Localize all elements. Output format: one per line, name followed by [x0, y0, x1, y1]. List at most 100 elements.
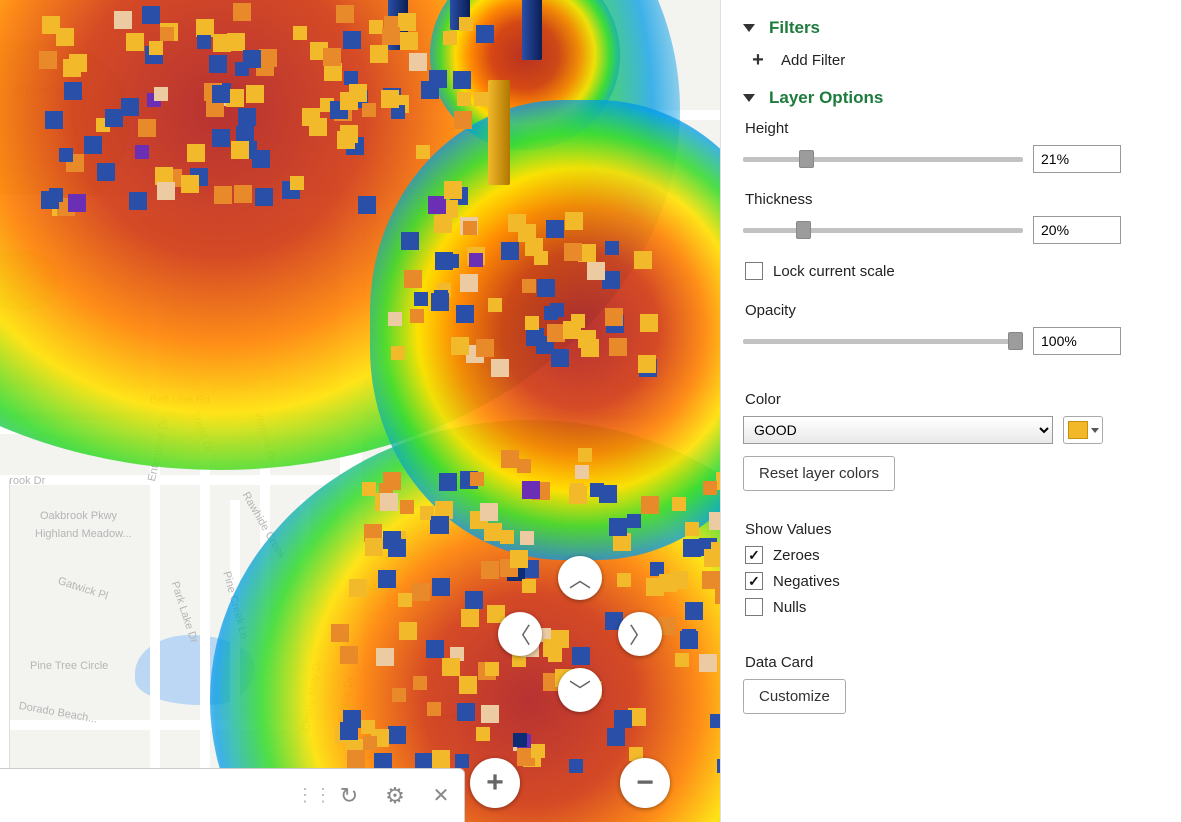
gear-icon: ⚙ [385, 783, 405, 809]
data-cube [323, 48, 341, 66]
data-cube [412, 583, 430, 601]
opacity-label: Opacity [745, 302, 1157, 319]
data-cube [421, 81, 439, 99]
data-cube [672, 497, 686, 511]
data-cube [336, 5, 354, 23]
data-cube [434, 215, 452, 233]
data-cube [213, 34, 231, 52]
data-cube [404, 270, 422, 288]
layer-options-title: Layer Options [769, 88, 883, 108]
data-cube [391, 346, 405, 360]
negatives-checkbox[interactable] [745, 572, 763, 590]
settings-button[interactable]: ⚙ [372, 773, 418, 819]
map-pan-down-button[interactable]: ﹀ [558, 668, 602, 712]
close-button[interactable]: ✕ [418, 773, 464, 819]
data-cube [605, 241, 619, 255]
map-pan-right-button[interactable]: 〉 [618, 612, 662, 656]
thickness-value-input[interactable] [1033, 216, 1121, 244]
data-cube [49, 188, 63, 202]
opacity-slider[interactable] [743, 339, 1023, 344]
data-cube [154, 87, 168, 101]
map-pan-left-button[interactable]: 〈 [498, 612, 542, 656]
data-cube [709, 512, 720, 530]
data-cube [525, 316, 539, 330]
height-value-input[interactable] [1033, 145, 1121, 173]
data-cube [358, 196, 376, 214]
data-cube [39, 51, 57, 69]
data-cube [683, 539, 701, 557]
data-cube [564, 243, 582, 261]
data-cube [432, 750, 450, 768]
data-cube [114, 11, 132, 29]
color-field-select[interactable]: GOOD [743, 416, 1053, 444]
data-cube [381, 90, 399, 108]
data-cube [138, 119, 156, 137]
data-cube [442, 658, 460, 676]
data-cube [451, 337, 469, 355]
customize-data-card-button[interactable]: Customize [743, 679, 846, 714]
data-cube [485, 662, 499, 676]
map-viewport[interactable]: ...olf Club Dallas Keller Springs Rd Bel… [0, 0, 720, 822]
data-cube [638, 355, 656, 373]
lock-scale-checkbox[interactable] [745, 262, 763, 280]
road-label: Highland Meadow... [35, 528, 132, 540]
zeroes-checkbox[interactable] [745, 546, 763, 564]
opacity-value-input[interactable] [1033, 327, 1121, 355]
data-card-label: Data Card [745, 654, 1157, 671]
data-cube [522, 579, 536, 593]
toolbar-grip-icon[interactable]: ⋮⋮ [296, 785, 326, 806]
data-cube [481, 705, 499, 723]
data-cube [581, 339, 599, 357]
data-cube [388, 726, 406, 744]
data-cube [548, 648, 562, 662]
data-cube [455, 754, 469, 768]
height-slider[interactable] [743, 157, 1023, 162]
data-cube [563, 321, 581, 339]
data-cube [187, 144, 205, 162]
data-cube [369, 20, 383, 34]
plus-icon: + [751, 50, 765, 70]
filters-section-header[interactable]: Filters [743, 18, 1159, 38]
color-label: Color [745, 391, 1157, 408]
data-cube [465, 591, 483, 609]
data-cube [209, 55, 227, 73]
thickness-slider[interactable] [743, 228, 1023, 233]
data-cube [121, 98, 139, 116]
add-filter-button[interactable]: + Add Filter [751, 50, 1159, 70]
data-cube [370, 45, 388, 63]
data-cube [510, 550, 528, 568]
data-cube [246, 85, 264, 103]
road-label: Keller Springs Rd [545, 104, 631, 116]
data-cube [531, 744, 545, 758]
data-cube [255, 188, 273, 206]
data-cube [340, 722, 358, 740]
data-cube [343, 31, 361, 49]
data-cube [409, 53, 427, 71]
data-cube [460, 274, 478, 292]
data-cube [331, 624, 349, 642]
data-cube [383, 472, 401, 490]
nulls-checkbox[interactable] [745, 598, 763, 616]
data-cube [703, 481, 717, 495]
negatives-label: Negatives [773, 573, 840, 590]
data-cube [544, 306, 558, 320]
reset-layer-colors-button[interactable]: Reset layer colors [743, 456, 895, 491]
data-cube [399, 622, 417, 640]
data-cube [501, 242, 519, 260]
data-cube [587, 262, 605, 280]
data-cube [685, 602, 703, 620]
data-cube [546, 220, 564, 238]
data-cube [640, 314, 658, 332]
data-cube [526, 328, 544, 346]
refresh-button[interactable]: ↻ [326, 773, 372, 819]
map-zoom-out-button[interactable]: − [620, 758, 670, 808]
map-pan-up-button[interactable]: ︿ [558, 556, 602, 600]
data-cube [474, 92, 488, 106]
data-cube [432, 578, 450, 596]
show-values-label: Show Values [745, 521, 1157, 538]
layer-options-section-header[interactable]: Layer Options [743, 88, 1159, 108]
map-zoom-in-button[interactable]: + [470, 758, 520, 808]
data-cube [613, 533, 631, 551]
color-swatch-button[interactable] [1063, 416, 1103, 444]
data-cube [716, 472, 720, 490]
